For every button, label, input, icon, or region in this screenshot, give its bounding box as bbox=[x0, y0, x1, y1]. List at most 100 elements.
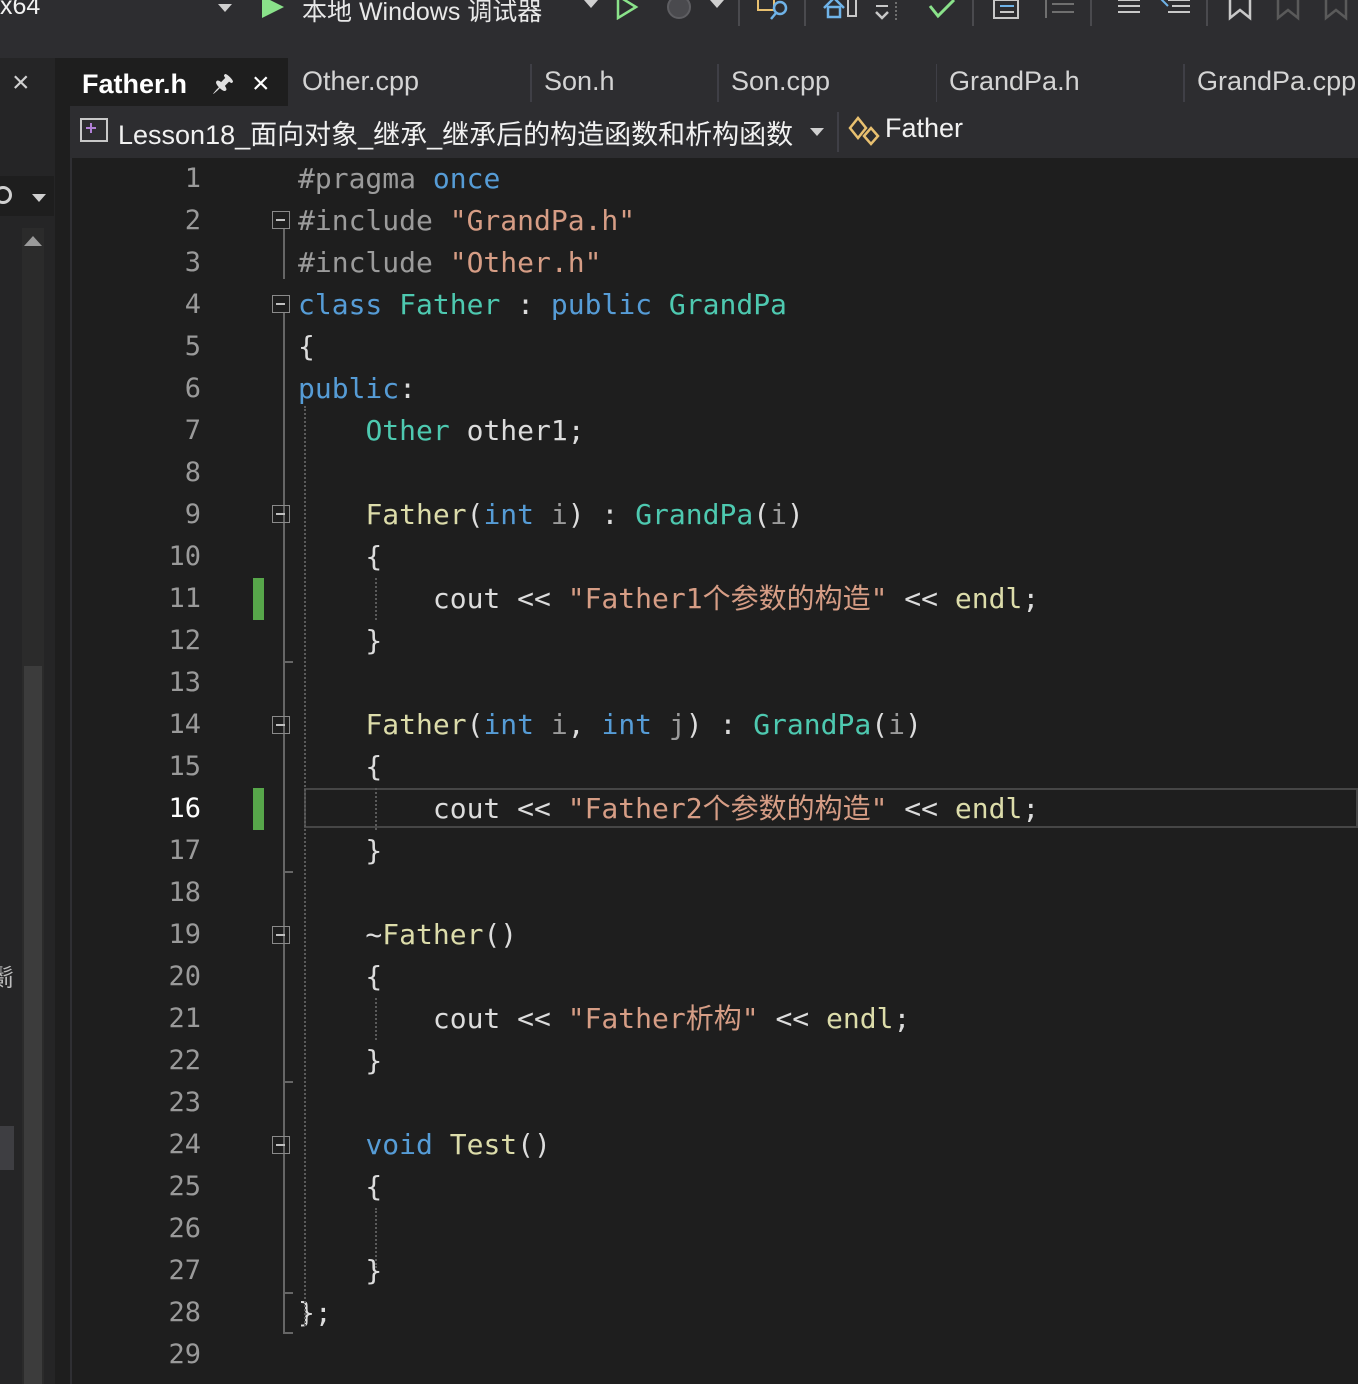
code-line[interactable]: 9 Father(int i) : GrandPa(i) bbox=[70, 494, 1358, 536]
code-line[interactable]: 12 } bbox=[70, 620, 1358, 662]
code-line[interactable]: 17 } bbox=[70, 830, 1358, 872]
code-text[interactable]: } bbox=[298, 1250, 382, 1292]
code-line[interactable]: 21 cout << "Father析构" << endl; bbox=[70, 998, 1358, 1040]
code-text[interactable]: ~Father() bbox=[298, 914, 517, 956]
editor-border bbox=[70, 158, 72, 1384]
code-line[interactable]: 7 Other other1; bbox=[70, 410, 1358, 452]
indent-icon[interactable] bbox=[988, 0, 1028, 24]
code-line[interactable]: 26 bbox=[70, 1208, 1358, 1250]
code-text[interactable]: Father(int i, int j) : GrandPa(i) bbox=[298, 704, 921, 746]
code-text[interactable]: { bbox=[298, 746, 382, 788]
class-dropdown[interactable]: Father bbox=[885, 113, 963, 144]
debug-target-icon[interactable] bbox=[664, 0, 694, 22]
code-text[interactable]: #include "GrandPa.h" bbox=[298, 200, 635, 242]
code-text[interactable]: void Test() bbox=[298, 1124, 550, 1166]
code-line[interactable]: 5{ bbox=[70, 326, 1358, 368]
code-text[interactable]: } bbox=[298, 1040, 382, 1082]
scroll-up-arrow-icon[interactable] bbox=[24, 236, 42, 246]
code-line[interactable]: 10 { bbox=[70, 536, 1358, 578]
code-token: once bbox=[432, 162, 501, 195]
tab-father-h[interactable]: Father.h 🖈 × bbox=[70, 58, 288, 106]
toolbar-spacer bbox=[0, 44, 1358, 58]
code-text[interactable]: #pragma once bbox=[298, 158, 500, 200]
code-line[interactable]: 23 bbox=[70, 1082, 1358, 1124]
panel-scrollbar-thumb[interactable] bbox=[24, 666, 42, 1384]
code-text[interactable]: cout << "Father2个参数的构造" << endl; bbox=[298, 788, 1039, 830]
code-text[interactable]: class Father : public GrandPa bbox=[298, 284, 787, 326]
code-text[interactable]: public: bbox=[298, 368, 416, 410]
code-token: << bbox=[758, 1002, 827, 1035]
platform-dropdown-caret[interactable] bbox=[218, 4, 232, 12]
debugger-dropdown[interactable]: 本地 Windows 调试器 bbox=[302, 0, 542, 28]
code-text[interactable]: } bbox=[298, 620, 382, 662]
tab-grandpa-h[interactable]: GrandPa.h bbox=[937, 58, 1183, 106]
code-text[interactable]: Father(int i) : GrandPa(i) bbox=[298, 494, 803, 536]
tab-son-cpp[interactable]: Son.cpp bbox=[719, 58, 935, 106]
run-icon[interactable] bbox=[262, 0, 284, 18]
code-line[interactable]: 22 } bbox=[70, 1040, 1358, 1082]
code-line[interactable]: 20 { bbox=[70, 956, 1358, 998]
chevron-down-icon[interactable] bbox=[32, 194, 46, 202]
fold-toggle[interactable] bbox=[272, 926, 290, 944]
code-text[interactable]: { bbox=[298, 326, 315, 368]
code-line[interactable]: 4 class Father : public GrandPa bbox=[70, 284, 1358, 326]
prev-bookmark-icon[interactable] bbox=[1274, 0, 1310, 24]
code-line[interactable]: 27 } bbox=[70, 1250, 1358, 1292]
code-token: { bbox=[298, 1170, 383, 1203]
code-line[interactable]: 29 bbox=[70, 1334, 1358, 1376]
step-icon[interactable] bbox=[870, 0, 910, 26]
close-icon[interactable]: × bbox=[252, 61, 270, 106]
debugger-dropdown-caret[interactable] bbox=[584, 0, 598, 8]
bookmark-icon[interactable] bbox=[1226, 0, 1256, 24]
code-line[interactable]: 8 bbox=[70, 452, 1358, 494]
code-line[interactable]: 18 bbox=[70, 872, 1358, 914]
code-line[interactable]: 3 #include "Other.h" bbox=[70, 242, 1358, 284]
code-line[interactable]: 15 { bbox=[70, 746, 1358, 788]
find-icon[interactable] bbox=[756, 0, 792, 24]
fold-toggle[interactable] bbox=[272, 1136, 290, 1154]
code-text[interactable]: cout << "Father析构" << endl; bbox=[298, 998, 910, 1040]
code-token: ; bbox=[1022, 792, 1040, 825]
code-token: Father bbox=[382, 918, 484, 951]
code-line[interactable]: 1 #pragma once bbox=[70, 158, 1358, 200]
panel-close-icon[interactable]: × bbox=[12, 68, 30, 98]
code-editor[interactable]: 1 #pragma once 2 #include "GrandPa.h" 3 #incl… bbox=[70, 158, 1358, 1384]
code-token: class bbox=[298, 288, 383, 321]
debug-target-caret[interactable] bbox=[710, 0, 724, 8]
next-bookmark-icon[interactable] bbox=[1322, 0, 1358, 24]
project-dropdown[interactable]: Lesson18_面向对象_继承_继承后的构造函数和析构函数 bbox=[118, 113, 793, 152]
code-text[interactable]: { bbox=[298, 536, 382, 578]
chevron-down-icon[interactable] bbox=[810, 128, 824, 136]
pin-icon[interactable]: 🖈 bbox=[212, 61, 234, 106]
fold-toggle[interactable] bbox=[272, 211, 290, 229]
code-text[interactable]: #include "Other.h" bbox=[298, 242, 601, 284]
code-line[interactable]: 13 bbox=[70, 662, 1358, 704]
code-line[interactable]: 24 void Test() bbox=[70, 1124, 1358, 1166]
fold-toggle[interactable] bbox=[272, 716, 290, 734]
code-token: Other bbox=[365, 414, 450, 447]
panel-search-box[interactable] bbox=[0, 176, 54, 216]
code-text[interactable]: } bbox=[298, 830, 382, 872]
code-line[interactable]: 19 ~Father() bbox=[70, 914, 1358, 956]
platform-dropdown[interactable]: x64 bbox=[0, 0, 40, 21]
start-without-debug-icon[interactable] bbox=[614, 0, 640, 20]
outdent-icon[interactable] bbox=[1040, 0, 1080, 24]
code-text[interactable]: { bbox=[298, 956, 382, 998]
code-line[interactable]: 28}; bbox=[70, 1292, 1358, 1334]
code-text[interactable]: Other other1; bbox=[298, 410, 584, 452]
comment-icon[interactable] bbox=[1112, 0, 1146, 24]
fold-toggle[interactable] bbox=[272, 295, 290, 313]
code-text[interactable]: cout << "Father1个参数的构造" << endl; bbox=[298, 578, 1039, 620]
uncomment-icon[interactable] bbox=[1158, 0, 1194, 24]
spellcheck-icon[interactable]: abc bbox=[924, 0, 960, 24]
code-line[interactable]: 2 #include "GrandPa.h" bbox=[70, 200, 1358, 242]
tab-grandpa-cpp[interactable]: GrandPa.cpp bbox=[1185, 58, 1358, 106]
code-line[interactable]: 14 Father(int i, int j) : GrandPa(i) bbox=[70, 704, 1358, 746]
fold-toggle[interactable] bbox=[272, 505, 290, 523]
code-line[interactable]: 6 public: bbox=[70, 368, 1358, 410]
tab-other-cpp[interactable]: Other.cpp bbox=[290, 58, 530, 106]
tab-son-h[interactable]: Son.h bbox=[532, 58, 717, 106]
code-text[interactable]: { bbox=[298, 1166, 382, 1208]
home-icon[interactable] bbox=[820, 0, 860, 24]
code-line[interactable]: 25 { bbox=[70, 1166, 1358, 1208]
